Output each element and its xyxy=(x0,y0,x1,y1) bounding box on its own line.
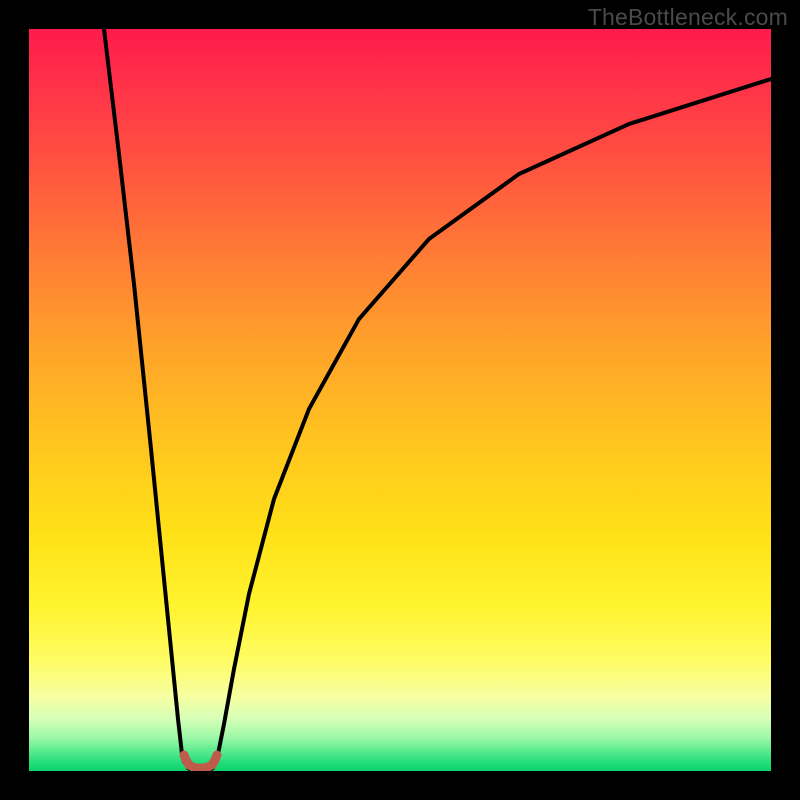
dip-marker xyxy=(184,755,217,768)
curve-layer xyxy=(29,29,771,771)
watermark-text: TheBottleneck.com xyxy=(588,4,788,31)
curve-left-branch xyxy=(104,29,186,764)
plot-frame xyxy=(29,29,771,771)
curve-right-branch xyxy=(215,79,771,764)
